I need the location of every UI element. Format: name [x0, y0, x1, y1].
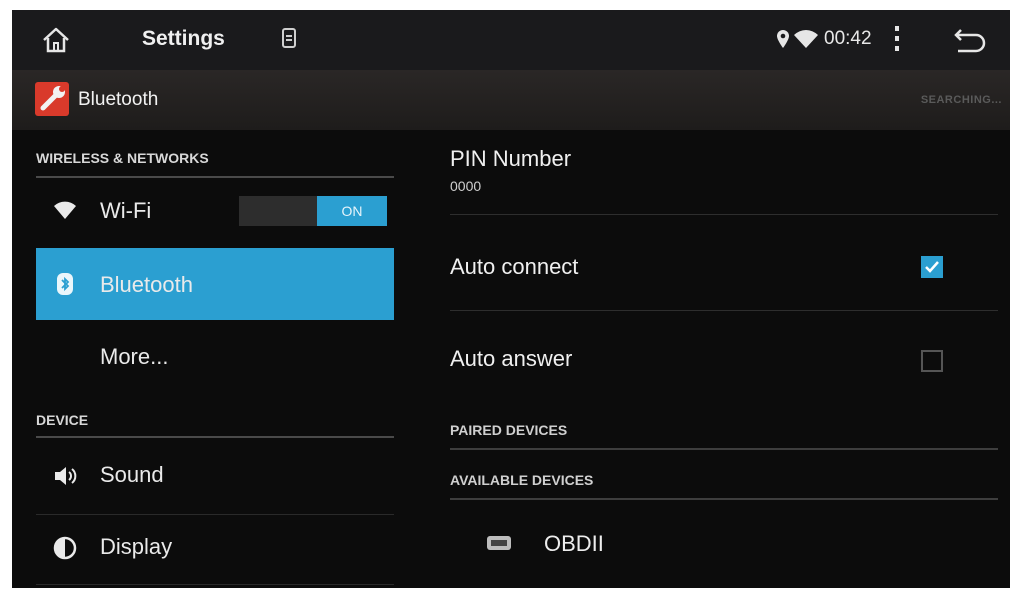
checkmark-icon	[925, 261, 939, 273]
speaker-icon	[55, 467, 77, 485]
auto-answer-checkbox[interactable]	[921, 350, 943, 372]
toggle-on-label: ON	[317, 196, 387, 226]
sidebar-item-sound[interactable]: Sound	[36, 448, 394, 508]
settings-app-icon[interactable]	[35, 82, 69, 116]
app-title: Settings	[142, 27, 225, 50]
settings-screen: Settings 00:42 Bluetooth SEARCHING... WI…	[12, 10, 1010, 588]
back-icon[interactable]	[952, 26, 986, 54]
item-divider	[450, 310, 998, 311]
sidebar-item-label: Wi-Fi	[100, 198, 152, 223]
overflow-menu-icon[interactable]	[892, 24, 902, 54]
section-header-device: DEVICE	[36, 412, 89, 428]
item-divider	[36, 514, 394, 515]
wifi-icon	[794, 30, 818, 48]
sidebar-item-label: Display	[100, 534, 173, 559]
device-list-item[interactable]: OBDII	[450, 514, 998, 578]
searching-status: SEARCHING...	[920, 94, 1002, 106]
section-divider	[36, 436, 394, 438]
section-divider	[450, 498, 998, 500]
section-header-available: AVAILABLE DEVICES	[450, 472, 594, 488]
sd-card-icon	[282, 28, 296, 48]
wifi-toggle[interactable]: ON	[239, 196, 387, 226]
sidebar-item-wifi[interactable]: Wi-Fi ON	[36, 184, 394, 244]
section-divider	[450, 448, 998, 450]
section-divider	[36, 176, 394, 178]
action-bar-title: Bluetooth	[78, 89, 159, 110]
setting-title: PIN Number	[450, 146, 572, 171]
status-bar: Settings 00:42	[12, 10, 1010, 70]
section-header-paired: PAIRED DEVICES	[450, 422, 568, 438]
home-icon[interactable]	[40, 24, 72, 56]
sidebar-item-label: More...	[100, 344, 169, 369]
sidebar-item-bluetooth[interactable]: Bluetooth	[36, 248, 394, 320]
setting-summary: 0000	[450, 178, 482, 194]
obd-device-icon	[487, 536, 511, 550]
settings-sidebar: WIRELESS & NETWORKS Wi-Fi ON Bluetooth M…	[12, 130, 407, 588]
bluetooth-settings-panel: PIN Number 0000 Auto connect Auto answer…	[437, 130, 1010, 588]
setting-title: Auto connect	[450, 254, 579, 279]
clock: 00:42	[824, 28, 872, 49]
wifi-icon	[54, 201, 76, 219]
action-bar: Bluetooth SEARCHING...	[12, 70, 1010, 130]
sidebar-item-display[interactable]: Display	[36, 518, 394, 578]
section-header-wireless: WIRELESS & NETWORKS	[36, 150, 209, 166]
location-icon	[777, 30, 789, 48]
brightness-icon	[53, 536, 77, 560]
sidebar-item-label: Bluetooth	[100, 272, 193, 297]
sidebar-item-label: Sound	[100, 462, 164, 487]
auto-connect-checkbox[interactable]	[921, 256, 943, 278]
device-name: OBDII	[544, 531, 604, 556]
sidebar-item-more[interactable]: More...	[36, 326, 394, 386]
bluetooth-icon	[57, 273, 73, 295]
item-divider	[36, 584, 394, 585]
setting-title: Auto answer	[450, 346, 573, 371]
item-divider	[450, 214, 998, 215]
